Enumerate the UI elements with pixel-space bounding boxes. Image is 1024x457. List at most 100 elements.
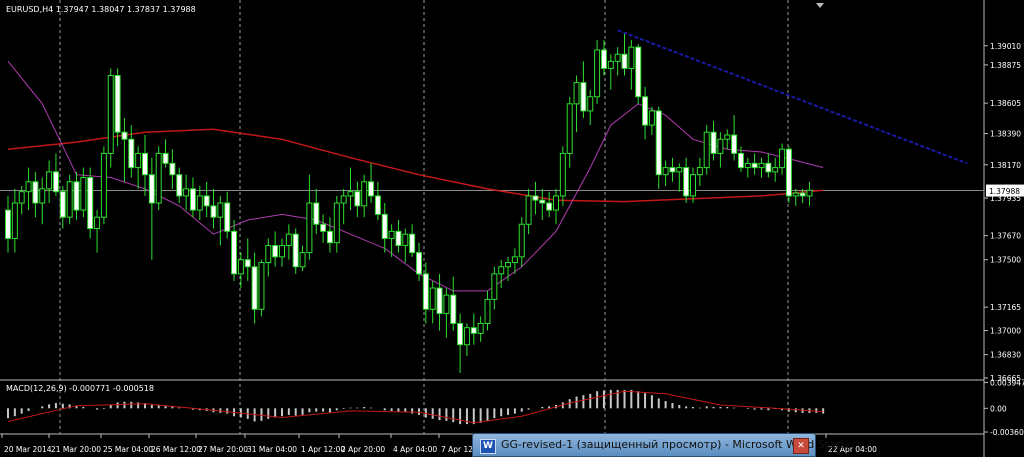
candle-body <box>333 202 340 244</box>
candle-body <box>498 266 505 275</box>
candle-body <box>525 195 532 225</box>
candle-body <box>59 191 66 218</box>
candle-body <box>217 202 224 218</box>
candle-body <box>73 181 80 211</box>
candle-body <box>450 294 457 324</box>
candle-body <box>484 298 491 324</box>
candle-body <box>416 252 422 275</box>
candle-body <box>251 266 258 310</box>
candle-body <box>662 167 669 176</box>
candle-body <box>409 233 416 254</box>
candle-body <box>272 245 279 258</box>
price-tick-label: 1.38390 <box>990 130 1021 139</box>
candle-body <box>758 162 765 169</box>
candle-body <box>169 162 176 176</box>
candle-body <box>135 152 142 169</box>
price-tick-label: 1.38875 <box>990 61 1021 70</box>
candle-body <box>765 162 772 173</box>
candle-body <box>532 195 539 201</box>
candle-body <box>244 259 251 268</box>
candle-body <box>292 233 299 268</box>
candle-body <box>655 110 662 176</box>
candle-body <box>142 152 148 176</box>
candle-body <box>114 75 121 133</box>
macd-label: MACD(12,26,9) -0.000771 -0.000518 <box>6 384 154 393</box>
candle-body <box>306 202 313 254</box>
candle-body <box>566 103 573 154</box>
candle-body <box>189 188 196 211</box>
candle-body <box>368 181 375 197</box>
candle-body <box>87 177 94 230</box>
candle-body <box>553 195 559 211</box>
candle-body <box>600 49 607 69</box>
candle-body <box>11 202 18 239</box>
candle-body <box>354 191 361 207</box>
candle-body <box>39 188 46 204</box>
candle-body <box>744 162 751 169</box>
candle-body <box>751 162 758 169</box>
candle-body <box>422 273 429 310</box>
candle-body <box>669 167 676 173</box>
candle-body <box>648 110 655 126</box>
word-icon: W <box>480 439 496 454</box>
price-tick-label: 1.36830 <box>990 351 1021 360</box>
candle-body <box>320 223 327 232</box>
time-tick-label: 27 Mar 20:00 <box>198 445 248 454</box>
candle-body <box>52 171 59 193</box>
candle-body <box>683 167 690 197</box>
current-price-tag-label: 1.37988 <box>989 187 1020 196</box>
candle-body <box>463 327 470 346</box>
candle-body <box>388 230 395 239</box>
candle-body <box>176 174 183 197</box>
candle-body <box>361 181 368 207</box>
close-icon[interactable]: ✕ <box>793 438 809 454</box>
candle-body <box>737 152 744 169</box>
candle-body <box>642 96 649 126</box>
candle-body <box>347 191 354 197</box>
candle-body <box>511 256 518 264</box>
candle-body <box>779 148 786 169</box>
candle-body <box>772 167 779 173</box>
candle-body <box>559 152 566 197</box>
symbol-info: EURUSD,H4 1.37947 1.38047 1.37837 1.3798… <box>6 5 196 14</box>
candle-body <box>18 191 25 204</box>
candle-body <box>539 199 546 204</box>
candle-body <box>313 202 320 225</box>
candle-body <box>518 223 525 258</box>
candle-body <box>429 287 436 310</box>
candle-body <box>505 262 512 268</box>
candle-body <box>402 233 409 247</box>
candle-body <box>66 181 73 218</box>
candle-body <box>457 322 464 346</box>
candle-body <box>381 213 388 239</box>
candle-body <box>5 209 11 239</box>
candle-body <box>477 322 484 334</box>
candle-body <box>326 230 333 244</box>
candle-body <box>443 294 450 315</box>
price-chart[interactable]: 1.39010 1.38875 1.38605 1.38390 1.38170 1.379… <box>0 0 1024 457</box>
price-tick-label: 1.37670 <box>990 232 1021 241</box>
macd-tick-label: -0.003605 <box>990 428 1024 437</box>
candle-body <box>799 192 806 197</box>
candle-body <box>128 138 135 169</box>
candle-body <box>224 202 231 232</box>
taskbar-window-button[interactable]: W GG-revised-1 (защищенный просмотр) - M… <box>472 433 856 457</box>
macd-tick-label: 0.003947 <box>990 378 1024 387</box>
candle-body <box>470 327 477 334</box>
candle-body <box>94 216 101 230</box>
candle-body <box>703 131 710 169</box>
candle-body <box>710 131 717 154</box>
candle-body <box>46 171 53 190</box>
candle-body <box>573 82 580 105</box>
time-tick-label: 31 Mar 04:00 <box>247 445 297 454</box>
candle-body <box>80 177 87 211</box>
candle-body <box>676 167 683 173</box>
candle-body <box>265 245 272 264</box>
candle-body <box>162 152 169 164</box>
candle-body <box>299 252 306 268</box>
candle-body <box>340 195 347 204</box>
candle-body <box>203 195 210 207</box>
candle-body <box>237 259 244 275</box>
time-tick-label: 20 Mar 2014 <box>4 445 52 454</box>
candle-body <box>279 245 285 258</box>
